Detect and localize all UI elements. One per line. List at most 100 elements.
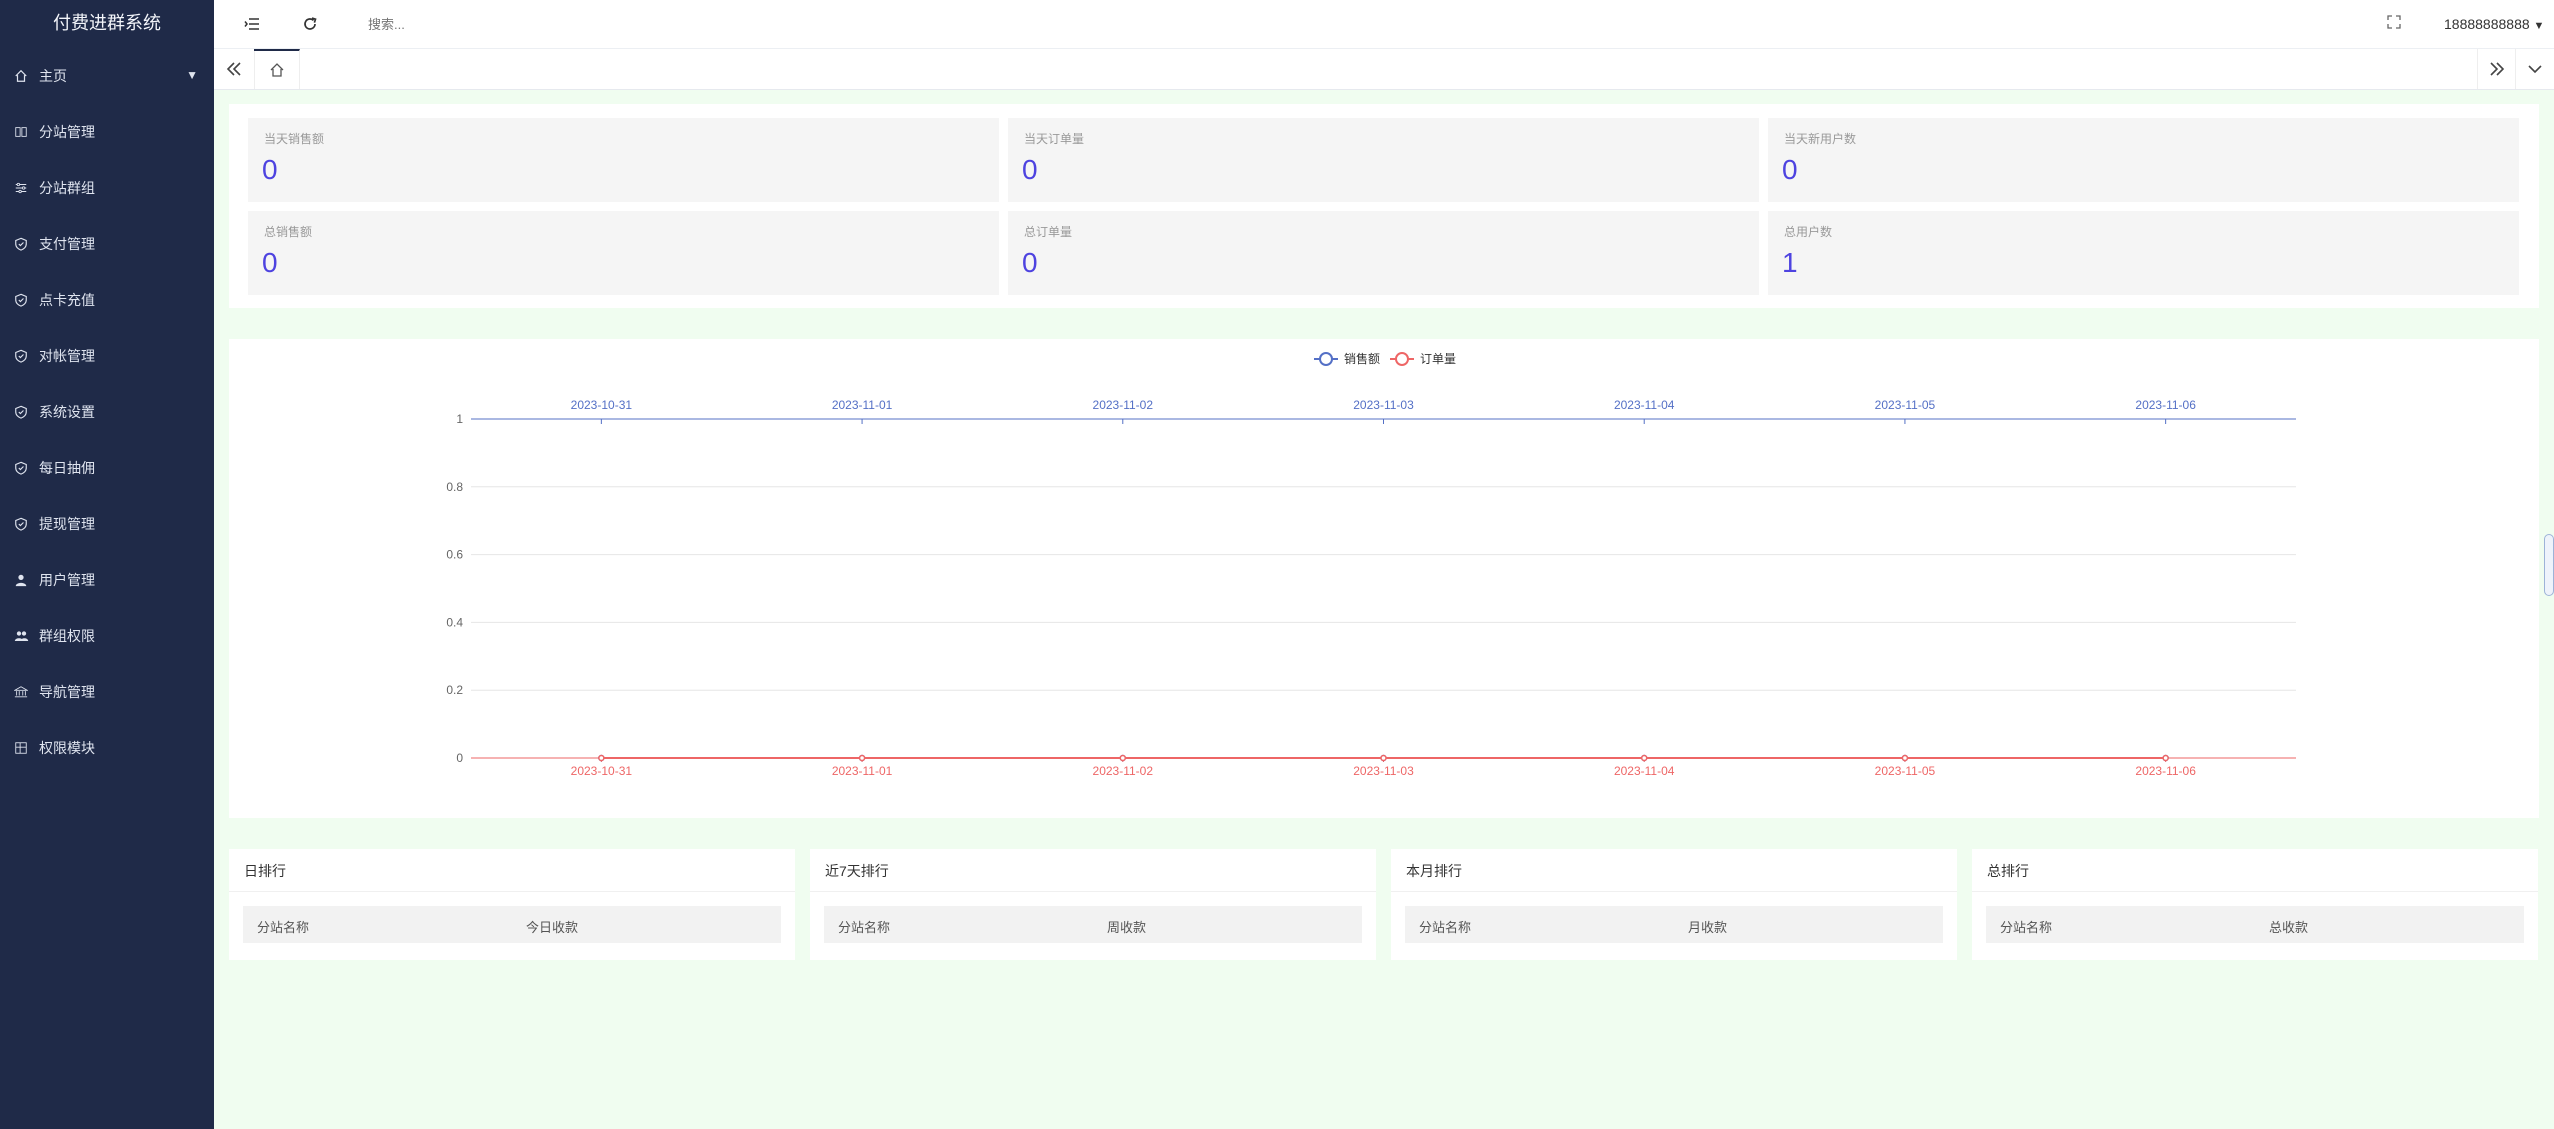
column-header: 分站名称 xyxy=(257,920,310,935)
sidebar-item-users[interactable]: 用户管理 xyxy=(0,562,214,598)
sidebar-item-label: 每日抽佣 xyxy=(39,460,95,476)
stat-value: 0 xyxy=(1022,154,1038,185)
stat-label: 当天新用户数 xyxy=(1784,132,1857,146)
x-tick-label-bottom: 2023-11-04 xyxy=(1614,764,1675,778)
line-chart: 0 0.2 0.4 0.6 0.8 1 2023-10-31 2023-10-31 2023-1… xyxy=(446,351,2296,778)
data-point xyxy=(1380,754,1387,762)
stat-label: 总用户数 xyxy=(1784,225,1833,239)
sidebar-item-daily-commission[interactable]: 每日抽佣 xyxy=(0,450,214,486)
stat-card-today-sales: 当天销售额 0 xyxy=(248,118,999,202)
x-tick-label-top: 2023-11-05 xyxy=(1875,398,1936,412)
legend-label: 销售额 xyxy=(1344,351,1380,366)
refresh-button[interactable] xyxy=(298,12,322,36)
sidebar-item-label: 群组权限 xyxy=(39,628,95,644)
ranking-table-header: 分站名称 周收款 xyxy=(824,906,1362,943)
column-header: 分站名称 xyxy=(838,920,891,935)
sidebar-item-payment[interactable]: 支付管理 xyxy=(0,226,214,262)
data-point xyxy=(1901,754,1909,762)
top-bar: 18888888888 ▼ xyxy=(214,0,2554,49)
shield-check-icon xyxy=(13,292,29,308)
indent-icon xyxy=(244,18,259,30)
data-point xyxy=(1640,754,1648,762)
x-tick-label-top: 2023-11-04 xyxy=(1614,398,1675,412)
menu-toggle-button[interactable] xyxy=(240,12,264,36)
bank-icon xyxy=(13,684,29,700)
sidebar-item-home[interactable]: 主页 ▼ xyxy=(0,58,214,94)
ranking-table-header: 分站名称 月收款 xyxy=(1405,906,1943,943)
column-header: 分站名称 xyxy=(1419,920,1472,935)
shield-check-icon xyxy=(13,348,29,364)
stats-panel: 当天销售额 0 当天订单量 0 当天新用户数 0 总销售额 0 总订单量 0 总… xyxy=(229,104,2539,308)
fullscreen-button[interactable] xyxy=(2386,14,2406,34)
stat-value: 0 xyxy=(1022,247,1038,278)
ranking-table-header: 分站名称 今日收款 xyxy=(243,906,781,943)
x-tick-label-bottom: 2023-11-01 xyxy=(832,764,893,778)
y-tick-label: 0.6 xyxy=(446,548,463,562)
sidebar-item-card-recharge[interactable]: 点卡充值 xyxy=(0,282,214,318)
users-icon xyxy=(13,628,29,644)
sidebar-item-label: 提现管理 xyxy=(39,516,95,532)
y-tick-label: 1 xyxy=(456,412,463,426)
sidebar-item-label: 点卡充值 xyxy=(39,292,95,308)
user-icon xyxy=(13,572,29,588)
user-menu[interactable]: 18888888888 ▼ xyxy=(2444,16,2554,32)
sidebar-item-navigation[interactable]: 导航管理 xyxy=(0,674,214,710)
stat-value: 0 xyxy=(1782,154,1798,185)
search-input[interactable] xyxy=(366,16,590,33)
shield-check-icon xyxy=(13,236,29,252)
sidebar-item-group-permissions[interactable]: 群组权限 xyxy=(0,618,214,654)
tabs-scroll-left-button[interactable] xyxy=(214,49,255,89)
y-tick-label: 0.8 xyxy=(446,480,463,494)
sidebar-item-site-groups[interactable]: 分站群组 xyxy=(0,170,214,206)
shield-check-icon xyxy=(13,404,29,420)
y-tick-label: 0.4 xyxy=(446,615,463,629)
tab-bar xyxy=(214,49,2554,90)
ranking-title: 近7天排行 xyxy=(825,863,889,879)
ranking-card-monthly: 本月排行 分站名称 月收款 xyxy=(1391,849,1957,960)
x-tick-label-bottom: 2023-11-03 xyxy=(1353,764,1414,778)
sidebar-item-label: 对帐管理 xyxy=(39,348,95,364)
stat-value: 0 xyxy=(262,247,278,278)
stat-label: 当天订单量 xyxy=(1024,132,1085,146)
x-tick-label-top: 2023-11-02 xyxy=(1093,398,1154,412)
scrollbar-thumb[interactable] xyxy=(2544,534,2554,596)
data-point xyxy=(858,754,866,762)
sidebar-item-site-management[interactable]: 分站管理 xyxy=(0,114,214,150)
sidebar-item-withdrawal[interactable]: 提现管理 xyxy=(0,506,214,542)
stat-card-today-orders: 当天订单量 0 xyxy=(1008,118,1759,202)
sidebar-item-label: 支付管理 xyxy=(39,236,95,252)
shield-check-icon xyxy=(13,516,29,532)
chevron-down-icon xyxy=(2528,65,2542,74)
x-tick-label-bottom: 2023-11-02 xyxy=(1093,764,1154,778)
sidebar-item-label: 分站群组 xyxy=(39,180,95,196)
caret-down-icon: ▼ xyxy=(2533,20,2545,32)
columns-icon xyxy=(13,124,29,140)
sidebar-item-permission-module[interactable]: 权限模块 xyxy=(0,730,214,766)
tab-home[interactable] xyxy=(254,49,300,89)
ranking-card-total: 总排行 分站名称 总收款 xyxy=(1972,849,2538,960)
sidebar-item-label: 用户管理 xyxy=(39,572,95,588)
y-tick-label: 0 xyxy=(456,751,463,765)
sidebar-item-label: 权限模块 xyxy=(39,740,95,756)
tabs-menu-button[interactable] xyxy=(2515,49,2554,89)
legend-label: 订单量 xyxy=(1420,352,1456,366)
sidebar-item-label: 主页 xyxy=(39,68,67,84)
sliders-icon xyxy=(13,180,29,196)
stat-card-total-users: 总用户数 1 xyxy=(1768,211,2519,295)
double-chevron-left-icon xyxy=(226,62,241,76)
chart-panel: 0 0.2 0.4 0.6 0.8 1 2023-10-31 2023-10-31 2023-1… xyxy=(229,339,2539,818)
sidebar-item-system-settings[interactable]: 系统设置 xyxy=(0,394,214,430)
sidebar-item-reconciliation[interactable]: 对帐管理 xyxy=(0,338,214,374)
home-icon xyxy=(13,68,29,84)
stat-value: 0 xyxy=(262,154,278,185)
stat-label: 当天销售额 xyxy=(264,132,325,146)
column-header: 今日收款 xyxy=(526,920,579,935)
ranking-card-daily: 日排行 分站名称 今日收款 xyxy=(229,849,795,960)
tabs-scroll-right-button[interactable] xyxy=(2477,49,2516,89)
column-header: 分站名称 xyxy=(2000,920,2053,935)
column-header: 总收款 xyxy=(2269,920,2309,935)
double-chevron-right-icon xyxy=(2490,62,2505,76)
data-point xyxy=(1119,754,1127,762)
shield-check-icon xyxy=(13,460,29,476)
sidebar-item-label: 系统设置 xyxy=(39,404,95,420)
